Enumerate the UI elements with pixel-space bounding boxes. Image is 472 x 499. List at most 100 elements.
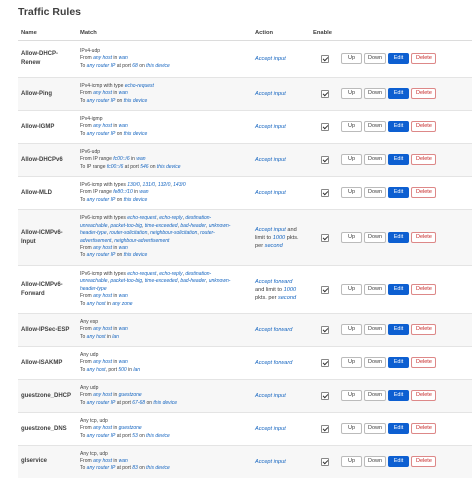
delete-button[interactable]: Delete [411,456,436,468]
match-text: Any tcp, udp [80,417,108,424]
delete-button[interactable]: Delete [411,231,436,243]
match-text: From [80,90,94,97]
down-button[interactable]: Down [364,231,386,243]
rule-name: Allow-ICMPv6-Input [18,209,77,266]
header-action: Action [252,26,310,41]
down-button[interactable]: Down [364,154,386,166]
edit-button[interactable]: Edit [388,88,409,100]
rule-name: guestzone_DNS [18,412,77,446]
enable-checkbox[interactable] [321,90,329,98]
up-button[interactable]: Up [341,423,362,435]
match-value: guestzone [118,392,142,399]
rule-buttons: Up Down Edit Delete [338,176,472,210]
delete-button[interactable]: Delete [411,121,436,133]
rule-enable [310,176,338,210]
delete-button[interactable]: Delete [411,53,436,65]
enable-checkbox[interactable] [321,326,329,334]
rule-name: guestzone_DHCP [18,379,77,413]
up-button[interactable]: Up [341,121,362,133]
edit-button[interactable]: Edit [388,324,409,336]
delete-button[interactable]: Delete [411,154,436,166]
up-button[interactable]: Up [341,390,362,402]
enable-checkbox[interactable] [321,457,329,466]
rule-enable [310,412,338,446]
action-value: Accept input [255,157,286,163]
down-button[interactable]: Down [364,357,386,369]
enable-checkbox[interactable] [321,233,329,242]
enable-checkbox[interactable] [321,359,329,367]
match-text: From [80,392,94,399]
rule-enable [310,265,338,314]
enable-checkbox[interactable] [321,425,329,433]
enable-checkbox[interactable] [321,55,329,63]
up-button[interactable]: Up [341,357,362,369]
delete-button[interactable]: Delete [411,357,436,369]
match-text: in [111,326,119,333]
action-value: second [278,294,297,301]
up-button[interactable]: Up [341,88,362,100]
up-button[interactable]: Up [341,187,362,199]
delete-button[interactable]: Delete [411,390,436,402]
match-line: From IP range fc00::/6 in wan [80,156,252,163]
down-button[interactable]: Down [364,121,386,133]
page-title: Traffic Rules [18,6,82,18]
edit-button[interactable]: Edit [388,283,409,295]
down-button[interactable]: Down [364,456,386,468]
up-button[interactable]: Up [341,154,362,166]
enable-checkbox[interactable] [321,156,329,164]
match-value: router-solicitation [109,230,148,237]
rule-action: Accept input [252,445,310,478]
match-text: at port [115,432,133,439]
down-button[interactable]: Down [364,88,386,100]
down-button[interactable]: Down [364,390,386,402]
rule-name: Allow-DHCPv6 [18,143,77,177]
up-button[interactable]: Up [341,53,362,65]
rule-name: Allow-DHCP-Renew [18,40,77,78]
match-value: echo-reply [159,270,183,277]
match-line: Any tcp, udp [80,451,252,458]
edit-button[interactable]: Edit [388,154,409,166]
match-text: on [115,97,124,104]
match-text: To [80,300,87,307]
action-line: Accept forward [255,359,310,367]
delete-button[interactable]: Delete [411,88,436,100]
edit-button[interactable]: Edit [388,357,409,369]
action-line: limit to 1000 pkts. [255,234,310,242]
down-button[interactable]: Down [364,283,386,295]
up-button[interactable]: Up [341,324,362,336]
down-button[interactable]: Down [364,187,386,199]
action-value: Accept forward [255,278,293,285]
table-row: Allow-ICMPv6-Forward IPv6-icmp with types… [18,265,472,314]
match-value: this device [153,399,178,406]
enable-checkbox[interactable] [321,189,329,197]
up-button[interactable]: Up [341,456,362,468]
delete-button[interactable]: Delete [411,187,436,199]
delete-button[interactable]: Delete [411,283,436,295]
match-line: From any host in wan [80,293,252,300]
enable-checkbox[interactable] [321,123,329,131]
edit-button[interactable]: Edit [388,187,409,199]
match-text: at port [123,163,141,170]
edit-button[interactable]: Edit [388,390,409,402]
edit-button[interactable]: Edit [388,423,409,435]
match-line: From any host in wan [80,359,252,366]
enable-checkbox[interactable] [321,392,329,400]
up-button[interactable]: Up [341,231,362,243]
up-button[interactable]: Up [341,283,362,295]
edit-button[interactable]: Edit [388,231,409,243]
match-text: Any udp [80,384,99,391]
edit-button[interactable]: Edit [388,121,409,133]
enable-checkbox[interactable] [321,285,329,294]
edit-button[interactable]: Edit [388,53,409,65]
delete-button[interactable]: Delete [411,423,436,435]
down-button[interactable]: Down [364,423,386,435]
down-button[interactable]: Down [364,324,386,336]
rule-match: Any esp From any host in wan To any host i… [77,313,252,347]
rule-action: Accept input [252,77,310,111]
match-value: any router IP [86,432,116,439]
edit-button[interactable]: Edit [388,456,409,468]
delete-button[interactable]: Delete [411,324,436,336]
match-text: Any esp [80,318,99,325]
match-text: IPv4-udp [80,47,101,54]
down-button[interactable]: Down [364,53,386,65]
